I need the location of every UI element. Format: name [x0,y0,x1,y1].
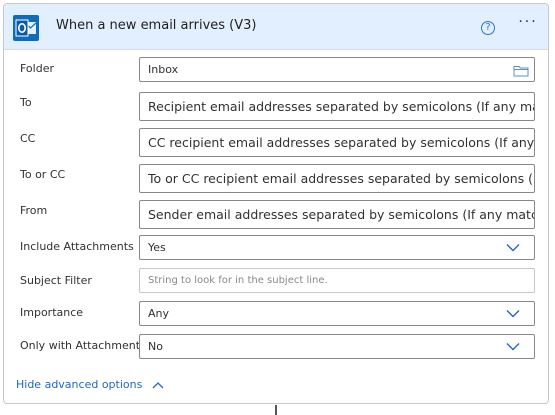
subject-filter-input[interactable]: String to look for in the subject line. [139,268,535,293]
importance-value: Any [148,307,170,320]
cc-value: CC recipient email addresses separated b… [148,135,535,150]
cc-field[interactable]: CC recipient email addresses separated b… [139,128,535,157]
card-title: When a new email arrives (V3) [56,18,257,33]
trigger-card: When a new email arrives (V3) ? ··· Fold… [3,3,549,404]
from-label: From [20,204,48,217]
chevron-down-icon [506,310,520,318]
include-attachments-label: Include Attachments [20,240,134,253]
to-or-cc-value: To or CC recipient email addresses separ… [148,171,534,186]
folder-label: Folder [20,62,54,75]
include-attachments-value: Yes [148,241,166,254]
cc-label: CC [20,132,36,145]
from-value: Sender email addresses separated by semi… [148,207,534,222]
importance-dropdown[interactable]: Any [139,301,535,326]
folder-value: Inbox [148,63,179,76]
subject-filter-placeholder: String to look for in the subject line. [148,275,328,286]
only-with-attachments-label: Only with Attachments [20,339,146,352]
to-or-cc-label: To or CC [20,168,66,181]
importance-label: Importance [20,306,84,319]
only-with-attachments-value: No [148,340,163,353]
folder-picker-icon[interactable] [513,64,529,77]
more-options-icon[interactable]: ··· [514,14,542,34]
to-or-cc-field[interactable]: To or CC recipient email addresses separ… [139,164,535,193]
hide-advanced-options-link[interactable]: Hide advanced options [16,378,164,391]
chevron-down-icon [506,244,520,252]
to-field[interactable]: Recipient email addresses separated by s… [139,92,535,121]
to-value: Recipient email addresses separated by s… [148,99,534,114]
hide-advanced-options-label: Hide advanced options [16,378,143,391]
include-attachments-dropdown[interactable]: Yes [139,235,535,260]
help-icon[interactable]: ? [481,21,495,35]
folder-field[interactable]: Inbox [139,57,535,82]
outlook-icon [13,15,39,41]
from-field[interactable]: Sender email addresses separated by semi… [139,200,535,229]
flow-connector [275,405,277,415]
chevron-up-icon [152,382,164,389]
chevron-down-icon [506,343,520,351]
to-label: To [20,96,32,109]
only-with-attachments-dropdown[interactable]: No [139,334,535,359]
subject-filter-label: Subject Filter [20,274,92,287]
card-header[interactable]: When a new email arrives (V3) ? ··· [4,4,548,50]
